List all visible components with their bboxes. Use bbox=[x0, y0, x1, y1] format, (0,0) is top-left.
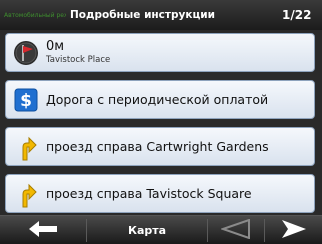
turn-right-arrow-icon bbox=[6, 174, 46, 213]
mode-label: Автомобильный режим bbox=[4, 11, 66, 19]
list-item-turn-right-1[interactable]: проезд справа Cartwright Gardens bbox=[5, 127, 315, 166]
triangle-left-icon bbox=[219, 218, 251, 243]
map-button-label: Карта bbox=[127, 224, 167, 237]
instruction-label: проезд справа Tavistock Square bbox=[46, 185, 252, 201]
screen-header: Автомобильный режим Подробные инструкции… bbox=[0, 0, 322, 30]
back-arrow-icon bbox=[28, 220, 58, 242]
list-item-destination[interactable]: 0м Tavistock Place bbox=[5, 33, 315, 72]
back-button[interactable] bbox=[0, 216, 86, 244]
list-item-toll-road[interactable]: $ Дорога с периодической оплатой bbox=[5, 80, 315, 119]
street-label: Tavistock Place bbox=[46, 55, 111, 65]
svg-text:$: $ bbox=[20, 91, 32, 111]
turn-right-arrow-icon bbox=[6, 127, 46, 166]
destination-flag-icon bbox=[6, 33, 46, 72]
instruction-label: проезд справа Cartwright Gardens bbox=[46, 138, 269, 154]
toll-road-icon: $ bbox=[6, 80, 46, 119]
bottom-toolbar: Карта bbox=[0, 215, 322, 244]
arrow-right-icon bbox=[280, 219, 308, 243]
list-item-turn-right-2[interactable]: проезд справа Tavistock Square bbox=[5, 174, 315, 213]
map-button[interactable]: Карта bbox=[87, 216, 207, 244]
previous-button[interactable] bbox=[208, 216, 264, 244]
page-title: Подробные инструкции bbox=[70, 9, 215, 21]
instruction-label: Дорога с периодической оплатой bbox=[46, 91, 269, 107]
page-counter: 1/22 bbox=[282, 8, 312, 22]
next-button[interactable] bbox=[265, 216, 322, 244]
distance-label: 0м bbox=[46, 39, 65, 54]
